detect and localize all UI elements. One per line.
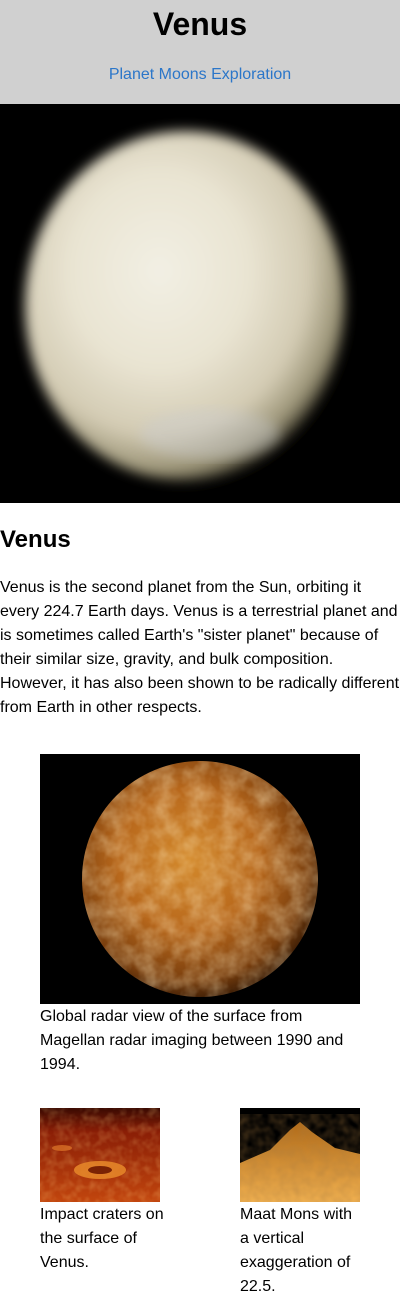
venus-radar-globe-image: [40, 754, 360, 1004]
nav-link-moons[interactable]: Moons: [159, 66, 207, 83]
nav-link-exploration[interactable]: Exploration: [211, 66, 291, 83]
article-heading: Venus: [0, 526, 71, 553]
maat-mons-image: [240, 1108, 360, 1202]
figure-caption: Global radar view of the surface from Ma…: [40, 1008, 344, 1073]
figure-radar-globe: Global radar view of the surface from Ma…: [40, 754, 360, 1077]
hero-venus-image: [0, 104, 400, 503]
article-body: Venus is the second planet from the Sun,…: [0, 579, 400, 716]
page-header: Venus Planet Moons Exploration: [0, 0, 400, 104]
figure-caption: Impact craters on the surface of Venus.: [40, 1206, 164, 1271]
figure-impact-craters: Impact craters on the surface of Venus.: [40, 1108, 165, 1275]
impact-craters-image: [40, 1108, 160, 1202]
nav-link-planet[interactable]: Planet: [109, 66, 154, 83]
figure-caption: Maat Mons with a vertical exaggeration o…: [240, 1206, 353, 1295]
main-nav: Planet Moons Exploration: [0, 66, 400, 84]
figure-maat-mons: Maat Mons with a vertical exaggeration o…: [240, 1108, 365, 1299]
page-title: Venus: [152, 6, 248, 42]
